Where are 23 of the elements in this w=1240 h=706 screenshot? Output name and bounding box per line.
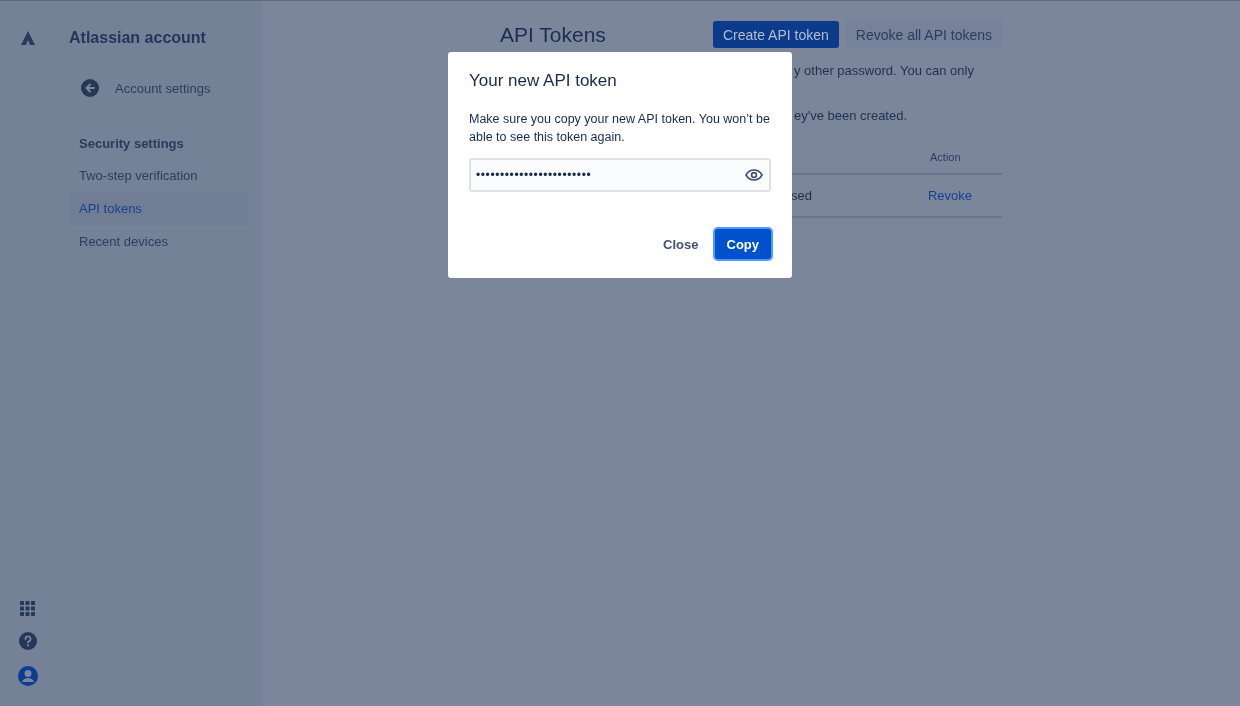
description-text: ey've been created.: [794, 107, 909, 125]
page-title: API Tokens: [500, 22, 606, 47]
app-grid-icon[interactable]: [20, 601, 35, 616]
copy-button[interactable]: Copy: [714, 229, 771, 259]
revoke-link[interactable]: Revoke: [927, 188, 972, 203]
column-header: Action: [930, 151, 961, 163]
back-link[interactable]: Account settings: [69, 79, 248, 97]
sidebar-item[interactable]: Recent devices: [69, 225, 248, 258]
dialog-message: Make sure you copy your new API token. You won’t be able to see this token again.: [469, 111, 771, 146]
section-heading: Security settings: [78, 136, 185, 151]
token-field[interactable]: ••••••••••••••••••••••••: [469, 158, 771, 192]
table-cell: sed: [791, 188, 812, 203]
eye-icon[interactable]: [745, 169, 763, 181]
sidebar-item[interactable]: API tokens: [69, 192, 248, 225]
revoke-all-button[interactable]: Revoke all API tokens: [845, 21, 1002, 48]
help-icon[interactable]: [18, 632, 37, 650]
description-text: y other password. You can only: [794, 62, 975, 80]
sidebar-item[interactable]: Two-step verification: [69, 159, 248, 192]
logo-icon[interactable]: [20, 30, 36, 46]
app-title: Atlassian account: [69, 29, 206, 47]
dialog-title: Your new API token: [469, 71, 618, 91]
create-token-button[interactable]: Create API token: [712, 21, 839, 48]
user-avatar-icon[interactable]: [17, 666, 38, 686]
